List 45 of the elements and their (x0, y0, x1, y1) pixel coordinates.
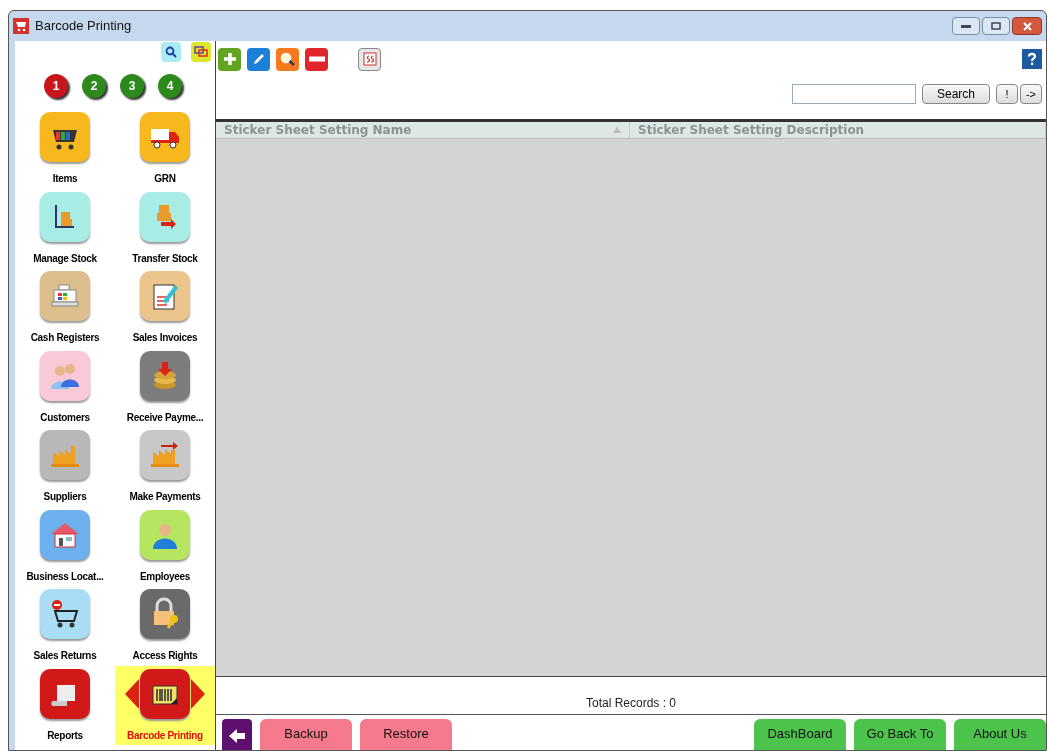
delete-button[interactable] (305, 47, 328, 71)
column-title: Sticker Sheet Setting Description (638, 122, 865, 139)
help-icon (1027, 52, 1037, 66)
edit-button[interactable] (247, 47, 270, 71)
windows-button[interactable] (191, 42, 211, 62)
pencil-icon (251, 52, 266, 66)
currency-button[interactable] (358, 47, 381, 71)
close-button[interactable] (1012, 17, 1042, 35)
step-button[interactable]: 2 (82, 74, 106, 98)
dollar-sign-icon (362, 52, 377, 66)
step-button[interactable]: 1 (44, 74, 68, 98)
back-button[interactable] (222, 719, 252, 750)
step-button[interactable]: 3 (120, 74, 144, 98)
footer-button[interactable]: Go Back To (854, 719, 946, 750)
cart-icon (13, 18, 29, 34)
add-button[interactable] (218, 47, 241, 71)
right-arrow-icon (191, 678, 205, 709)
step-button[interactable]: 4 (158, 74, 182, 98)
left-arrow-icon (228, 728, 246, 744)
module-tile[interactable]: Barcode Printing (115, 665, 215, 745)
close-icon (1022, 21, 1032, 31)
maximize-button[interactable] (982, 17, 1010, 35)
search-button[interactable] (161, 42, 181, 62)
minimize-button[interactable] (952, 17, 980, 35)
find-button[interactable] (276, 47, 299, 71)
maximize-icon (991, 22, 1001, 30)
search-field[interactable] (792, 84, 916, 104)
footer-button[interactable]: Restore (360, 719, 452, 750)
footer-button[interactable]: DashBoard (754, 719, 846, 750)
toolbar-button[interactable]: ! (996, 84, 1018, 104)
overlapping-windows-icon (194, 46, 208, 58)
search-button[interactable]: Search (922, 84, 990, 104)
window-title: Barcode Printing (35, 17, 132, 36)
magnifier-icon (279, 52, 296, 66)
toolbar-button[interactable]: -> (1020, 84, 1042, 104)
left-arrow-icon (125, 678, 139, 709)
total-records: Total Records : 0 (585, 695, 676, 712)
minimize-icon (961, 24, 971, 28)
help-button[interactable] (1022, 49, 1042, 69)
footer-button[interactable]: Backup (260, 719, 352, 750)
minus-icon (308, 56, 325, 62)
search-icon (165, 46, 177, 58)
column-title: Sticker Sheet Setting Name (224, 122, 412, 139)
plus-icon (222, 52, 237, 66)
footer-button[interactable]: About Us (954, 719, 1046, 750)
